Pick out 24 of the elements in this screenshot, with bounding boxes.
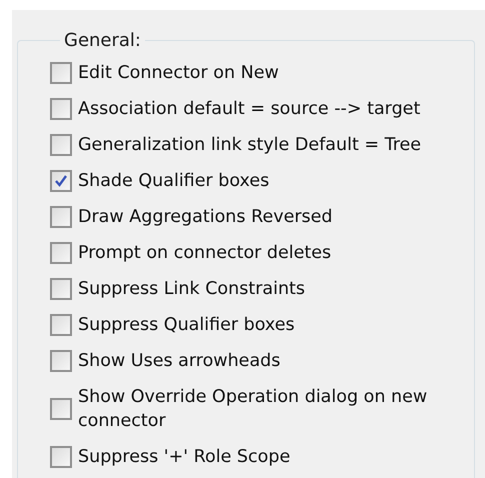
checkbox[interactable] xyxy=(50,398,72,420)
checkbox-label[interactable]: Suppress Link Constraints xyxy=(78,277,306,301)
checkbox[interactable] xyxy=(50,134,72,156)
checkbox[interactable] xyxy=(50,242,72,264)
checkbox[interactable] xyxy=(50,62,72,84)
group-title: General: xyxy=(63,30,142,51)
checkbox-label[interactable]: Suppress Qualifier boxes xyxy=(78,313,295,337)
checkbox[interactable] xyxy=(50,314,72,336)
checkbox-label[interactable]: Draw Aggregations Reversed xyxy=(78,205,333,229)
checkbox-label[interactable]: Association default = source --> target xyxy=(78,97,420,121)
checkmark-icon xyxy=(54,174,68,188)
checkbox-label[interactable]: Prompt on connector deletes xyxy=(78,241,332,265)
checkbox-label[interactable]: Edit Connector on New xyxy=(78,61,279,85)
checkbox[interactable] xyxy=(50,98,72,120)
checkbox[interactable] xyxy=(50,278,72,300)
checkbox-label[interactable]: Show Uses arrowheads xyxy=(78,349,280,373)
checkbox-label[interactable]: Shade Qualifier boxes xyxy=(78,169,270,193)
checkbox-label[interactable]: Show Override Operation dialog on new connector xyxy=(78,385,438,433)
checkbox-label[interactable]: Generalization link style Default = Tree xyxy=(78,133,422,157)
checkbox[interactable] xyxy=(50,170,72,192)
checkbox[interactable] xyxy=(50,350,72,372)
checkbox[interactable] xyxy=(50,206,72,228)
checkbox[interactable] xyxy=(50,446,72,468)
checkbox-label[interactable]: Suppress '+' Role Scope xyxy=(78,445,290,469)
